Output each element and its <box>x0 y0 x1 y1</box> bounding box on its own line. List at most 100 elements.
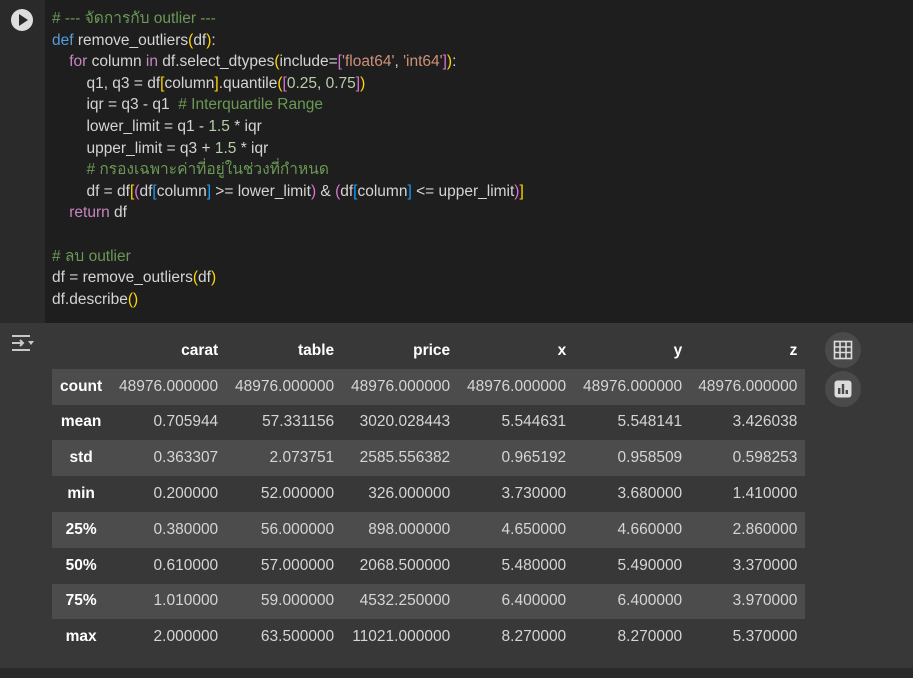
table-cell: 0.705944 <box>153 413 219 431</box>
table-cell: 3.730000 <box>501 485 567 503</box>
code-line: for column in df.select_dtypes(include=[… <box>52 51 524 73</box>
index-header <box>52 333 110 369</box>
table-cell: 48976.000000 <box>698 377 798 395</box>
code-token: df <box>340 182 354 200</box>
row-label: mean <box>60 413 102 431</box>
suggest-charts-button[interactable] <box>825 371 861 407</box>
table-cell: 4.660000 <box>617 520 683 538</box>
table-cell: 3.680000 <box>617 485 683 503</box>
table-cell: 4532.250000 <box>359 592 451 610</box>
code-token: df <box>139 182 153 200</box>
table-cell: 1.410000 <box>732 485 798 503</box>
code-token: for <box>69 53 88 71</box>
table-cell: 0.610000 <box>153 556 219 574</box>
output-toggle-button[interactable] <box>10 332 36 354</box>
code-token: column <box>357 182 408 200</box>
table-cell: 48976.000000 <box>351 377 451 395</box>
table-icon <box>833 340 853 360</box>
table-cell: 2585.556382 <box>359 449 451 467</box>
table-cell: 4.650000 <box>501 520 567 538</box>
code-line: df = df[(df[column] >= lower_limit) & (d… <box>52 181 523 203</box>
code-token: >= lower_limit <box>211 182 311 200</box>
code-token: df <box>198 269 211 287</box>
table-cell: 6.400000 <box>501 592 567 610</box>
table-row: max 2.000000 63.500000 11021.000000 8.270000… <box>52 619 806 656</box>
code-token: & <box>316 182 336 200</box>
run-cell-button[interactable] <box>11 9 33 31</box>
convert-to-interactive-table-button[interactable] <box>825 332 861 368</box>
code-line: q1, q3 = df[column].quantile([0.25, 0.75… <box>52 73 524 95</box>
table-cell: 2068.500000 <box>359 556 451 574</box>
table-cell: 326.000000 <box>368 485 451 503</box>
table-cell: 48976.000000 <box>119 377 219 395</box>
code-token: : <box>452 53 457 71</box>
code-token: .quantile <box>218 74 278 92</box>
code-token: <= upper_limit <box>411 182 515 200</box>
code-token: df <box>109 204 127 222</box>
code-token: 1.5 <box>214 139 237 157</box>
code-token: 'int64' <box>403 53 443 71</box>
code-token: column <box>87 53 146 71</box>
table-cell: 57.000000 <box>260 556 335 574</box>
code-line: # กรองเฉพาะค่าที่อยู่ในช่วงที่กำหนด <box>52 159 524 181</box>
code-token: 1.5 <box>208 117 230 135</box>
code-line: upper_limit = q3 + 1.5 * iqr <box>52 138 524 160</box>
table-cell: 63.500000 <box>260 628 335 646</box>
code-line: # ลบ outlier <box>52 246 524 268</box>
code-token: ) <box>210 269 217 287</box>
table-cell: 8.270000 <box>617 628 683 646</box>
code-token: () <box>127 290 139 308</box>
table-cell: 5.548141 <box>617 413 683 431</box>
column-header: y <box>673 341 683 359</box>
code-editor[interactable]: # --- จัดการกับ outlier --- def remove_ou… <box>52 8 524 310</box>
code-token: upper_limit = q3 + <box>52 139 215 157</box>
table-cell: 3.370000 <box>732 556 798 574</box>
code-token: df.select_dtypes <box>158 53 275 71</box>
table-cell: 5.370000 <box>732 628 798 646</box>
table-cell: 0.363307 <box>153 449 219 467</box>
code-token: , <box>394 53 404 71</box>
code-line: def remove_outliers(df): <box>52 30 524 52</box>
column-header: table <box>298 341 335 359</box>
code-token: # กรองเฉพาะค่าที่อยู่ในช่วงที่กำหนด <box>86 161 329 179</box>
table-cell: 2.073751 <box>269 449 335 467</box>
code-token: in <box>145 53 158 71</box>
table-cell: 3.970000 <box>732 592 798 610</box>
code-token: def <box>52 31 74 49</box>
row-label: 50% <box>65 556 97 574</box>
cell-output: carat table price x y z count 48976.00000… <box>0 323 913 668</box>
code-token: 0.25 <box>286 74 317 92</box>
code-token: 0.75 <box>325 74 356 92</box>
table-cell: 11021.000000 <box>352 628 451 646</box>
table-cell: 8.270000 <box>501 628 567 646</box>
code-token: : <box>211 31 216 49</box>
row-label: count <box>60 377 103 395</box>
table-cell: 2.000000 <box>153 628 219 646</box>
code-token: # Interquartile Range <box>178 96 323 114</box>
table-cell: 5.490000 <box>617 556 683 574</box>
code-token: , <box>317 74 326 92</box>
code-token: include= <box>279 53 338 71</box>
table-row: count 48976.000000 48976.000000 48976.00000… <box>52 368 806 405</box>
code-token: iqr = q3 - q1 <box>52 96 179 114</box>
describe-table: carat table price x y z count 48976.00000… <box>52 333 806 656</box>
table-cell: 56.000000 <box>260 520 335 538</box>
table-cell: 0.598253 <box>732 449 798 467</box>
table-row: std 0.363307 2.073751 2585.556382 0.965192 0.… <box>52 440 806 477</box>
code-token: df = df <box>52 182 130 200</box>
code-token: 'float64' <box>341 53 395 71</box>
table-cell: 898.000000 <box>368 520 451 538</box>
code-cell[interactable]: # --- จัดการกับ outlier --- def remove_ou… <box>0 0 913 323</box>
row-label: 75% <box>65 592 97 610</box>
code-line: df = remove_outliers(df) <box>52 267 524 289</box>
code-line: return df <box>52 202 524 224</box>
table-header-row: carat table price x y z <box>52 333 805 369</box>
code-token: df.describe <box>52 290 128 308</box>
table-cell: 0.965192 <box>501 449 567 467</box>
code-token: # ลบ outlier <box>52 247 131 265</box>
code-token: ) <box>360 74 366 92</box>
code-line: iqr = q3 - q1 # Interquartile Range <box>52 94 524 116</box>
